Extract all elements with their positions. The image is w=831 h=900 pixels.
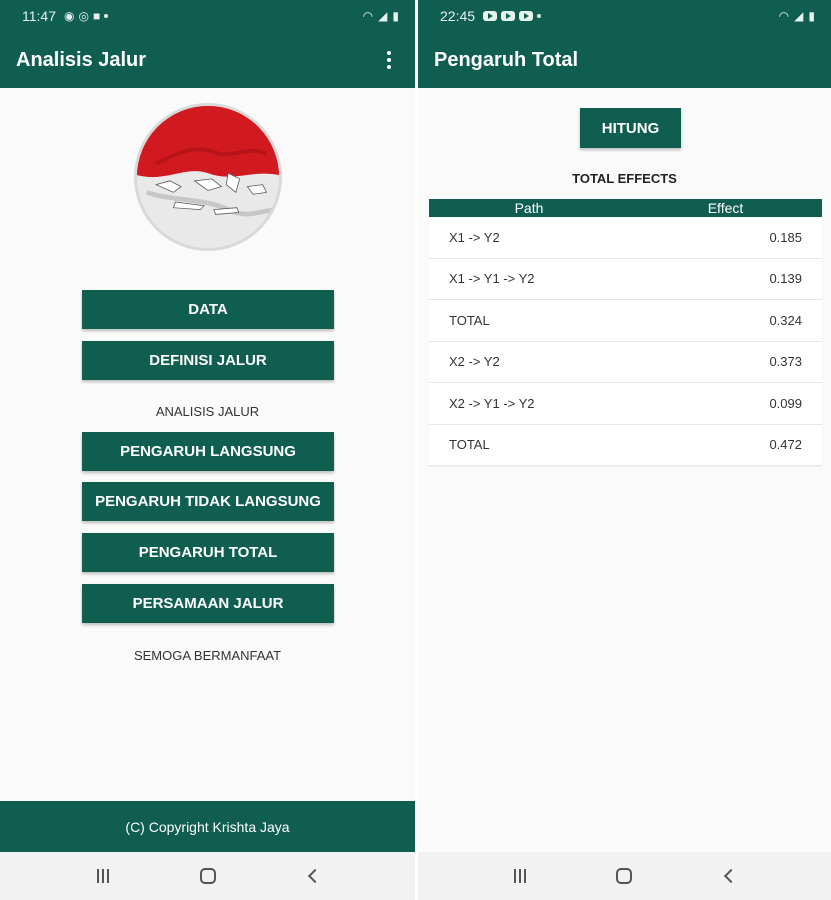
table-row: X2 -> Y2 0.373	[429, 341, 822, 383]
notification-icons: ◉ ◎ ■	[64, 9, 109, 23]
section-title: TOTAL EFFECTS	[572, 171, 677, 186]
copyright-footer: (C) Copyright Krishta Jaya	[0, 801, 415, 852]
path-cell: TOTAL	[449, 437, 490, 453]
total-effects-table: Path Effect X1 -> Y2 0.185 X1 -> Y1 -> Y…	[429, 199, 822, 466]
app-title: Analisis Jalur	[16, 48, 147, 71]
status-time: 22:45	[440, 8, 476, 24]
home-icon	[199, 868, 216, 884]
whatsapp-icon: ◉	[64, 9, 75, 23]
overflow-menu-icon[interactable]	[379, 48, 399, 72]
path-cell: X2 -> Y2	[449, 354, 500, 370]
battery-icon: ▮	[392, 9, 399, 23]
indonesia-flag-logo	[134, 103, 282, 251]
back-button[interactable]	[709, 861, 749, 891]
youtube-icon	[501, 11, 516, 21]
home-button[interactable]	[604, 861, 644, 891]
recent-apps-button[interactable]	[500, 861, 540, 891]
system-icons: ◠ ◢ ▮	[363, 10, 399, 22]
wifi-icon: ◠	[778, 9, 790, 23]
path-cell: X1 -> Y2	[449, 229, 500, 245]
path-cell: X2 -> Y1 -> Y2	[449, 395, 535, 411]
chrome-icon: ◎	[78, 9, 89, 23]
column-header-path: Path	[514, 200, 544, 216]
flag-map-graphic	[137, 106, 279, 248]
app-notification-icon: ■	[92, 9, 101, 23]
effect-cell: 0.185	[769, 229, 802, 245]
pengaruh-tidak-langsung-button[interactable]: PENGARUH TIDAK LANGSUNG	[82, 482, 334, 521]
status-time: 11:47	[22, 8, 56, 24]
notification-icons	[483, 11, 542, 21]
recent-apps-icon	[514, 869, 527, 883]
tagline-text: SEMOGA BERMANFAAT	[133, 648, 282, 663]
persamaan-jalur-button[interactable]: PERSAMAAN JALUR	[82, 584, 334, 623]
pengaruh-total-button[interactable]: PENGARUH TOTAL	[82, 533, 334, 572]
status-bar: 22:45 ◠ ◢ ▮	[418, 0, 831, 32]
data-button[interactable]: DATA	[82, 290, 334, 329]
table-row: TOTAL 0.324	[429, 300, 822, 342]
system-icons: ◠ ◢ ▮	[779, 10, 815, 22]
effect-cell: 0.472	[769, 437, 802, 453]
youtube-icon	[519, 11, 534, 21]
system-nav-bar	[0, 852, 415, 900]
recent-apps-button[interactable]	[83, 861, 123, 891]
hitung-button[interactable]: HITUNG	[580, 108, 681, 148]
screens: 11:47 ◉ ◎ ■ ◠ ◢ ▮ Analisis Jalur DATA DE…	[0, 0, 831, 900]
path-cell: X1 -> Y1 -> Y2	[449, 271, 535, 287]
app-bar: Pengaruh Total	[418, 32, 831, 88]
definisi-jalur-button[interactable]: DEFINISI JALUR	[82, 341, 334, 380]
back-icon	[307, 868, 322, 884]
table-row: X1 -> Y1 -> Y2 0.139	[429, 258, 822, 300]
app-bar: Analisis Jalur	[0, 32, 415, 88]
status-bar: 11:47 ◉ ◎ ■ ◠ ◢ ▮	[0, 0, 415, 32]
effect-cell: 0.139	[769, 271, 802, 287]
system-nav-bar	[418, 852, 831, 900]
table-header: Path Effect	[429, 199, 822, 217]
more-notifications-icon	[104, 14, 109, 18]
battery-icon: ▮	[808, 9, 815, 23]
copyright-text: (C) Copyright Krishta Jaya	[125, 818, 290, 835]
analisis-jalur-label: ANALISIS JALUR	[155, 404, 260, 419]
effect-cell: 0.324	[769, 312, 802, 328]
pengaruh-langsung-button[interactable]: PENGARUH LANGSUNG	[82, 432, 334, 471]
back-icon	[723, 868, 738, 884]
table-row: TOTAL 0.472	[429, 424, 822, 466]
more-notifications-icon	[537, 14, 542, 18]
effect-cell: 0.373	[769, 354, 802, 370]
home-button[interactable]	[188, 861, 228, 891]
table-row: X1 -> Y2 0.185	[429, 217, 822, 259]
effect-cell: 0.099	[769, 395, 802, 411]
main-screen: 11:47 ◉ ◎ ■ ◠ ◢ ▮ Analisis Jalur DATA DE…	[0, 0, 415, 900]
recent-apps-icon	[96, 869, 109, 883]
home-icon	[616, 868, 633, 884]
back-button[interactable]	[293, 861, 333, 891]
column-header-effect: Effect	[707, 200, 744, 216]
youtube-icon	[483, 11, 498, 21]
total-effects-screen: 22:45 ◠ ◢ ▮ Pengaruh Total HITUNG TOTAL …	[418, 0, 831, 900]
path-cell: TOTAL	[449, 312, 490, 328]
signal-icon: ◢	[378, 9, 388, 23]
screen-title: Pengaruh Total	[434, 48, 579, 71]
signal-icon: ◢	[794, 9, 804, 23]
table-row: X2 -> Y1 -> Y2 0.099	[429, 383, 822, 425]
wifi-icon: ◠	[362, 9, 374, 23]
